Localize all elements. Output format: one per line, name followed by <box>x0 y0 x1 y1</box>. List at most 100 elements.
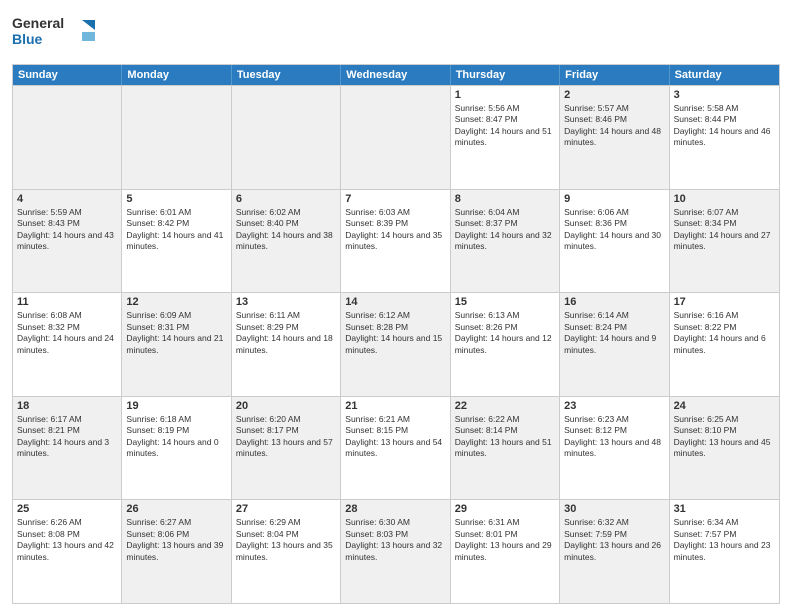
empty-cell <box>122 86 231 189</box>
empty-cell <box>341 86 450 189</box>
day-cell-24: 24 Sunrise: 6:25 AM Sunset: 8:10 PM Dayli… <box>670 397 779 500</box>
calendar-header-row: SundayMondayTuesdayWednesdayThursdayFrid… <box>13 65 779 85</box>
day-number: 31 <box>674 503 775 515</box>
day-number: 17 <box>674 296 775 308</box>
day-info: Sunrise: 5:57 AM Sunset: 8:46 PM Dayligh… <box>564 103 664 149</box>
day-number: 12 <box>126 296 226 308</box>
day-header-saturday: Saturday <box>670 65 779 85</box>
day-number: 8 <box>455 193 555 205</box>
day-number: 24 <box>674 400 775 412</box>
day-number: 22 <box>455 400 555 412</box>
page: General Blue SundayMondayTuesdayWednesda… <box>0 0 792 612</box>
day-cell-12: 12Sunrise: 6:09 AM Sunset: 8:31 PM Dayli… <box>122 293 231 396</box>
week-row-3: 11 Sunrise: 6:08 AM Sunset: 8:32 PM Dayli… <box>13 292 779 396</box>
day-header-wednesday: Wednesday <box>341 65 450 85</box>
day-cell-8: 8 Sunrise: 6:04 AM Sunset: 8:37 PM Daylig… <box>451 190 560 293</box>
day-header-friday: Friday <box>560 65 669 85</box>
day-cell-23: 23 Sunrise: 6:23 AM Sunset: 8:12 PM Dayli… <box>560 397 669 500</box>
day-info: Sunrise: 6:16 AM Sunset: 8:22 PM Dayligh… <box>674 310 775 356</box>
day-cell-20: 20 Sunrise: 6:20 AM Sunset: 8:17 PM Dayli… <box>232 397 341 500</box>
day-cell-4: 4 Sunrise: 5:59 AM Sunset: 8:43 PM Daylig… <box>13 190 122 293</box>
logo-area: General Blue <box>12 10 102 60</box>
day-number: 30 <box>564 503 664 515</box>
day-number: 19 <box>126 400 226 412</box>
day-info: Sunrise: 6:12 AM Sunset: 8:28 PM Dayligh… <box>345 310 445 356</box>
day-number: 4 <box>17 193 117 205</box>
day-cell-1: 1Sunrise: 5:56 AM Sunset: 8:47 PM Daylig… <box>451 86 560 189</box>
day-number: 10 <box>674 193 775 205</box>
day-info: Sunrise: 6:03 AM Sunset: 8:39 PM Dayligh… <box>345 207 445 253</box>
day-info: Sunrise: 6:14 AM Sunset: 8:24 PM Dayligh… <box>564 310 664 356</box>
day-number: 1 <box>455 89 555 101</box>
day-info: Sunrise: 6:27 AM Sunset: 8:06 PM Dayligh… <box>126 517 226 563</box>
day-info: Sunrise: 5:59 AM Sunset: 8:43 PM Dayligh… <box>17 207 117 253</box>
day-number: 11 <box>17 296 117 308</box>
day-cell-27: 27 Sunrise: 6:29 AM Sunset: 8:04 PM Dayli… <box>232 500 341 603</box>
week-row-5: 25 Sunrise: 6:26 AM Sunset: 8:08 PM Dayli… <box>13 499 779 603</box>
day-info: Sunrise: 6:17 AM Sunset: 8:21 PM Dayligh… <box>17 414 117 460</box>
day-cell-9: 9 Sunrise: 6:06 AM Sunset: 8:36 PM Daylig… <box>560 190 669 293</box>
empty-cell <box>13 86 122 189</box>
day-info: Sunrise: 6:30 AM Sunset: 8:03 PM Dayligh… <box>345 517 445 563</box>
day-cell-13: 13Sunrise: 6:11 AM Sunset: 8:29 PM Dayli… <box>232 293 341 396</box>
day-number: 14 <box>345 296 445 308</box>
day-cell-11: 11 Sunrise: 6:08 AM Sunset: 8:32 PM Dayli… <box>13 293 122 396</box>
day-info: Sunrise: 6:06 AM Sunset: 8:36 PM Dayligh… <box>564 207 664 253</box>
day-cell-7: 7 Sunrise: 6:03 AM Sunset: 8:39 PM Daylig… <box>341 190 450 293</box>
logo: General Blue <box>12 10 102 60</box>
day-number: 9 <box>564 193 664 205</box>
day-cell-14: 14 Sunrise: 6:12 AM Sunset: 8:28 PM Dayli… <box>341 293 450 396</box>
day-number: 18 <box>17 400 117 412</box>
day-number: 23 <box>564 400 664 412</box>
day-cell-6: 6 Sunrise: 6:02 AM Sunset: 8:40 PM Daylig… <box>232 190 341 293</box>
svg-text:Blue: Blue <box>12 31 43 47</box>
day-info: Sunrise: 6:25 AM Sunset: 8:10 PM Dayligh… <box>674 414 775 460</box>
day-cell-22: 22Sunrise: 6:22 AM Sunset: 8:14 PM Dayli… <box>451 397 560 500</box>
day-cell-15: 15Sunrise: 6:13 AM Sunset: 8:26 PM Dayli… <box>451 293 560 396</box>
day-cell-3: 3 Sunrise: 5:58 AM Sunset: 8:44 PM Daylig… <box>670 86 779 189</box>
day-number: 6 <box>236 193 336 205</box>
calendar: SundayMondayTuesdayWednesdayThursdayFrid… <box>12 64 780 604</box>
day-info: Sunrise: 6:02 AM Sunset: 8:40 PM Dayligh… <box>236 207 336 253</box>
day-info: Sunrise: 6:20 AM Sunset: 8:17 PM Dayligh… <box>236 414 336 460</box>
day-cell-17: 17 Sunrise: 6:16 AM Sunset: 8:22 PM Dayli… <box>670 293 779 396</box>
day-number: 3 <box>674 89 775 101</box>
day-cell-5: 5Sunrise: 6:01 AM Sunset: 8:42 PM Daylig… <box>122 190 231 293</box>
day-info: Sunrise: 6:31 AM Sunset: 8:01 PM Dayligh… <box>455 517 555 563</box>
day-number: 26 <box>126 503 226 515</box>
day-number: 25 <box>17 503 117 515</box>
day-cell-26: 26 Sunrise: 6:27 AM Sunset: 8:06 PM Dayli… <box>122 500 231 603</box>
day-info: Sunrise: 6:29 AM Sunset: 8:04 PM Dayligh… <box>236 517 336 563</box>
day-header-sunday: Sunday <box>13 65 122 85</box>
day-header-monday: Monday <box>122 65 231 85</box>
day-number: 15 <box>455 296 555 308</box>
day-info: Sunrise: 6:23 AM Sunset: 8:12 PM Dayligh… <box>564 414 664 460</box>
day-number: 29 <box>455 503 555 515</box>
day-cell-10: 10 Sunrise: 6:07 AM Sunset: 8:34 PM Dayli… <box>670 190 779 293</box>
week-row-1: 1Sunrise: 5:56 AM Sunset: 8:47 PM Daylig… <box>13 85 779 189</box>
day-header-tuesday: Tuesday <box>232 65 341 85</box>
day-cell-31: 31 Sunrise: 6:34 AM Sunset: 7:57 PM Dayli… <box>670 500 779 603</box>
day-info: Sunrise: 6:08 AM Sunset: 8:32 PM Dayligh… <box>17 310 117 356</box>
header: General Blue <box>12 10 780 60</box>
day-cell-19: 19Sunrise: 6:18 AM Sunset: 8:19 PM Dayli… <box>122 397 231 500</box>
day-cell-16: 16Sunrise: 6:14 AM Sunset: 8:24 PM Dayli… <box>560 293 669 396</box>
week-row-2: 4 Sunrise: 5:59 AM Sunset: 8:43 PM Daylig… <box>13 189 779 293</box>
day-info: Sunrise: 5:58 AM Sunset: 8:44 PM Dayligh… <box>674 103 775 149</box>
day-cell-18: 18 Sunrise: 6:17 AM Sunset: 8:21 PM Dayli… <box>13 397 122 500</box>
day-number: 7 <box>345 193 445 205</box>
day-info: Sunrise: 6:26 AM Sunset: 8:08 PM Dayligh… <box>17 517 117 563</box>
day-number: 21 <box>345 400 445 412</box>
day-number: 2 <box>564 89 664 101</box>
day-cell-29: 29 Sunrise: 6:31 AM Sunset: 8:01 PM Dayli… <box>451 500 560 603</box>
empty-cell <box>232 86 341 189</box>
day-info: Sunrise: 6:04 AM Sunset: 8:37 PM Dayligh… <box>455 207 555 253</box>
day-cell-25: 25 Sunrise: 6:26 AM Sunset: 8:08 PM Dayli… <box>13 500 122 603</box>
day-number: 20 <box>236 400 336 412</box>
day-info: Sunrise: 6:07 AM Sunset: 8:34 PM Dayligh… <box>674 207 775 253</box>
day-cell-28: 28Sunrise: 6:30 AM Sunset: 8:03 PM Dayli… <box>341 500 450 603</box>
day-info: Sunrise: 6:34 AM Sunset: 7:57 PM Dayligh… <box>674 517 775 563</box>
day-number: 27 <box>236 503 336 515</box>
day-number: 5 <box>126 193 226 205</box>
day-cell-30: 30Sunrise: 6:32 AM Sunset: 7:59 PM Dayli… <box>560 500 669 603</box>
